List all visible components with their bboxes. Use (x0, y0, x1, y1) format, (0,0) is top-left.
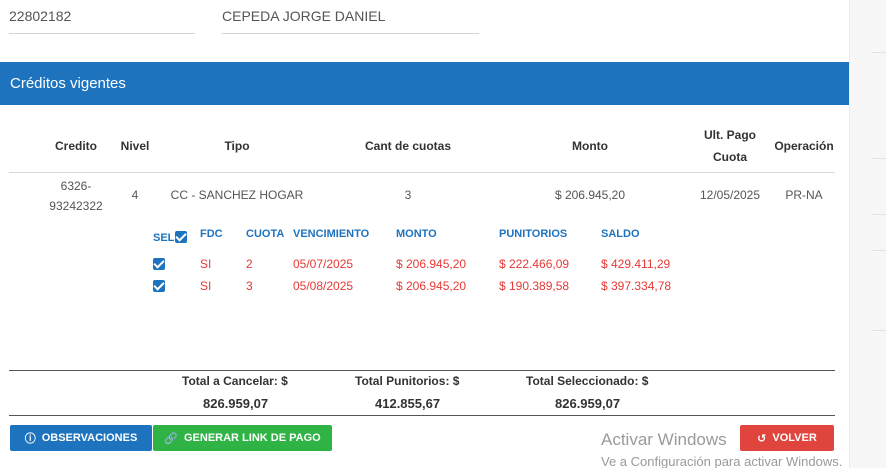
cell-cant-cuotas: 3 (404, 188, 412, 202)
col-ult-pago-cuota: Cuota (713, 150, 747, 164)
background-window-edge (849, 0, 886, 468)
totals-top-divider (9, 370, 835, 371)
installment-checkbox[interactable] (153, 280, 165, 292)
table-header-divider (9, 172, 835, 173)
info-icon: ⓘ (24, 433, 36, 445)
document-field[interactable]: 22802182 (9, 0, 195, 34)
volver-label: VOLVER (772, 432, 817, 444)
col-ult-pago: Ult. Pago (703, 128, 756, 142)
cell-ult-pago: 12/05/2025 (699, 188, 761, 202)
installment-checkbox[interactable] (153, 258, 165, 270)
cell-monto: $ 206.945,20 (554, 188, 626, 202)
installment-monto: $ 206.945,20 (396, 257, 467, 271)
sub-col-saldo: SALDO (601, 228, 640, 240)
sub-col-punitorios: PUNITORIOS (499, 228, 568, 240)
sub-col-fdc: FDC (200, 228, 223, 240)
col-credito: Credito (55, 139, 97, 153)
cell-tipo: CC - SANCHEZ HOGAR (170, 188, 304, 202)
observaciones-button[interactable]: ⓘ OBSERVACIONES (10, 425, 152, 451)
col-tipo: Tipo (224, 139, 250, 153)
sub-col-cuota: CUOTA (246, 228, 285, 240)
col-operacion: Operación (774, 139, 834, 153)
observaciones-label: OBSERVACIONES (41, 432, 138, 444)
totals-bottom-divider (9, 415, 835, 416)
installment-fdc: SI (200, 279, 212, 293)
cell-nivel: 4 (131, 188, 139, 202)
installment-monto: $ 206.945,20 (396, 279, 467, 293)
total-cancelar-label: Total a Cancelar: $ (182, 374, 288, 388)
installment-punitorios: $ 222.466,09 (499, 257, 570, 271)
sub-col-sel: SEL (153, 232, 175, 244)
select-all-checkbox[interactable] (175, 231, 187, 243)
total-cancelar-value: 826.959,07 (203, 396, 269, 411)
link-icon: 🔗 (164, 432, 178, 445)
client-name-field[interactable]: CEPEDA JORGE DANIEL (222, 0, 479, 34)
sub-col-vencimiento: VENCIMIENTO (293, 228, 370, 240)
installment-fdc: SI (200, 257, 212, 271)
total-seleccionado-label: Total Seleccionado: $ (526, 374, 649, 388)
installment-vencimiento: 05/08/2025 (293, 279, 354, 293)
installment-punitorios: $ 190.389,58 (499, 279, 570, 293)
generar-link-label: GENERAR LINK DE PAGO (184, 432, 321, 444)
generar-link-button[interactable]: 🔗 GENERAR LINK DE PAGO (153, 425, 332, 451)
volver-button[interactable]: ↺ VOLVER (740, 425, 834, 451)
undo-icon: ↺ (757, 432, 767, 445)
activation-watermark-subtitle: Ve a Configuración para activar Windows. (601, 454, 843, 468)
total-punitorios-label: Total Punitorios: $ (355, 374, 460, 388)
installment-saldo: $ 429.411,29 (601, 257, 671, 271)
activation-watermark-title: Activar Windows (601, 430, 727, 449)
sub-col-monto: MONTO (396, 228, 437, 240)
installment-vencimiento: 05/07/2025 (293, 257, 354, 271)
cell-credito: 6326- (60, 179, 92, 193)
installment-cuota: 2 (246, 257, 253, 271)
installment-cuota: 3 (246, 279, 253, 293)
col-cant-cuotas: Cant de cuotas (364, 139, 451, 153)
col-nivel: Nivel (120, 139, 150, 153)
col-monto: Monto (572, 139, 608, 153)
installment-saldo: $ 397.334,78 (601, 279, 672, 293)
cell-credito-number: 93242322 (49, 199, 103, 213)
total-punitorios-value: 412.855,67 (375, 396, 441, 411)
total-seleccionado-value: 826.959,07 (555, 396, 621, 411)
cell-operacion: PR-NA (785, 188, 823, 202)
panel-title: Créditos vigentes (0, 62, 849, 105)
